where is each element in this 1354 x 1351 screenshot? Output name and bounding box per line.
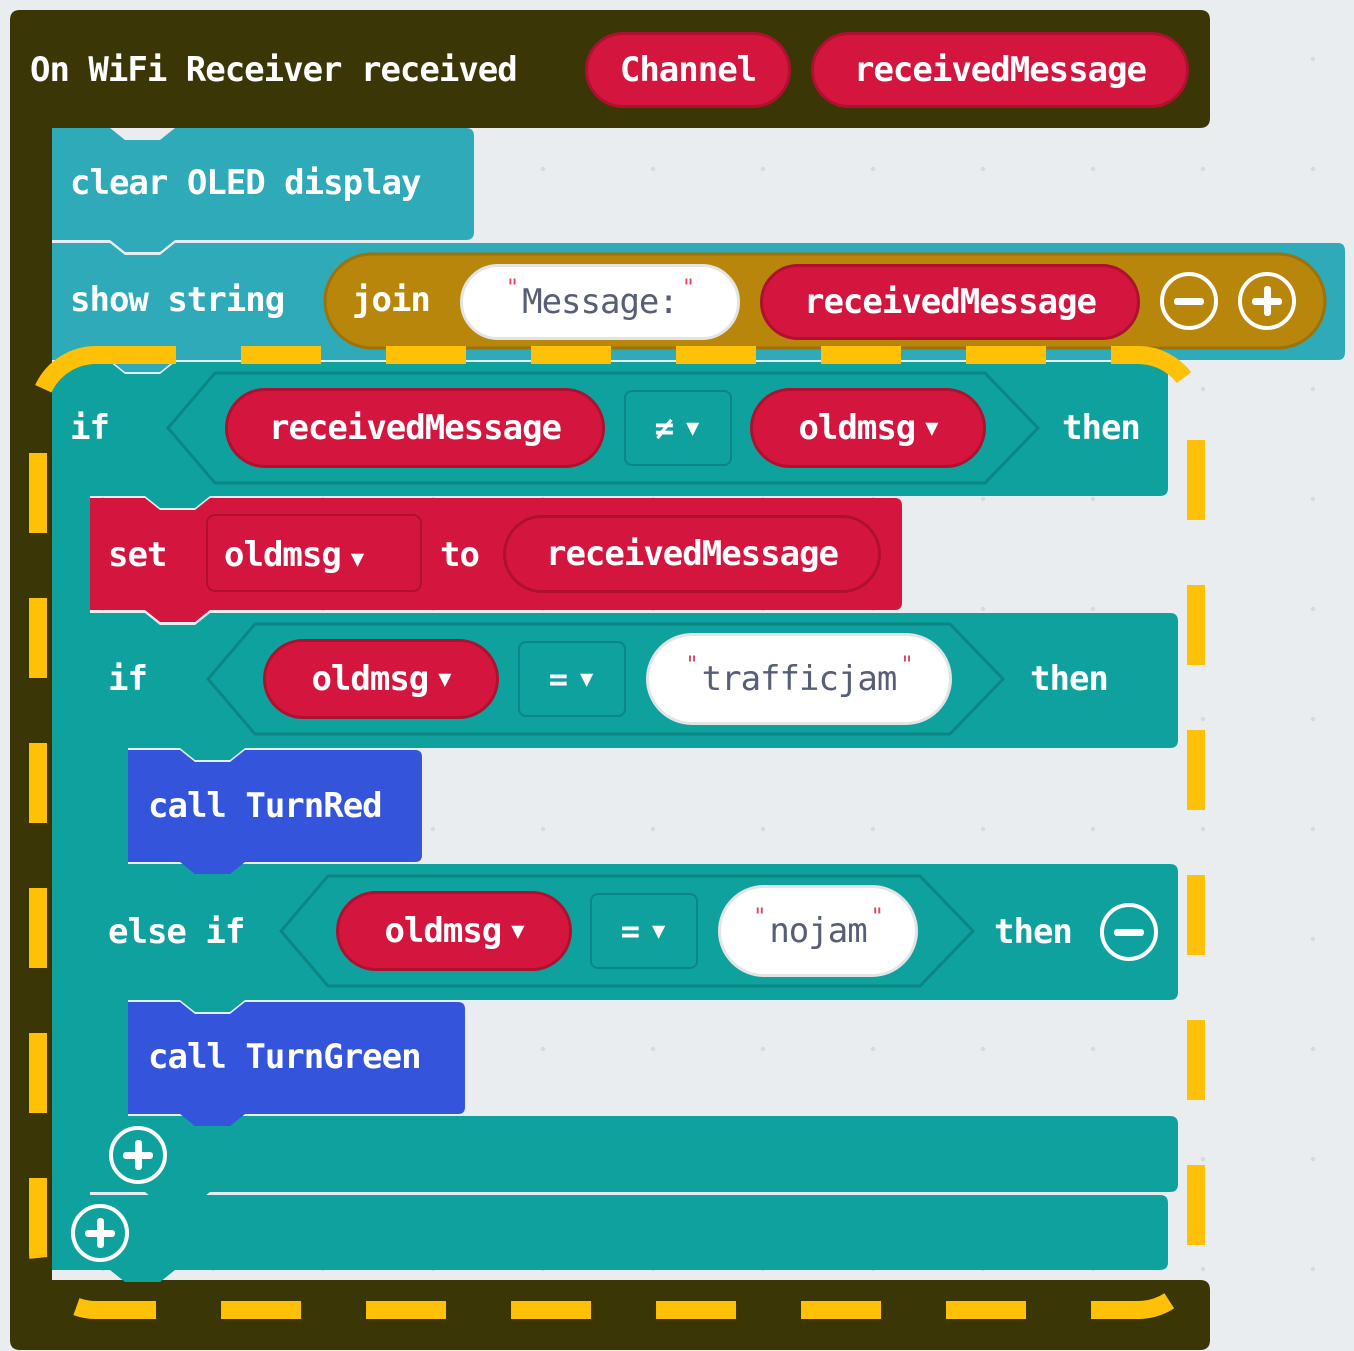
call-turngreen-label: call TurnGreen (148, 1037, 422, 1077)
outer-if-then-label: then (1062, 408, 1141, 448)
outer-if-operator-dropdown[interactable]: ≠ ▼ (624, 390, 732, 466)
join-remove-icon[interactable] (1160, 272, 1218, 330)
message-text-input[interactable]: " Message: " (460, 264, 740, 340)
nojam-text-value: nojam (769, 911, 867, 951)
else-if-left-var-dropdown[interactable]: oldmsg ▼ (336, 891, 572, 971)
chevron-down-icon: ▼ (652, 918, 668, 944)
join-var-received-message[interactable]: receivedMessage (760, 264, 1140, 340)
set-value-var[interactable]: receivedMessage (503, 515, 881, 593)
join-add-icon[interactable] (1238, 272, 1296, 330)
event-block-label: On WiFi Receiver received (30, 50, 518, 90)
outer-if-add-branch-icon[interactable] (71, 1204, 129, 1262)
nojam-text-input[interactable]: " nojam " (718, 885, 918, 977)
chevron-down-icon: ▼ (686, 415, 702, 441)
chevron-down-icon: ▼ (438, 666, 451, 692)
param-channel[interactable]: Channel (585, 32, 791, 108)
inner-if-label: if (108, 659, 148, 699)
outer-if-left-var[interactable]: receivedMessage (225, 388, 605, 468)
else-if-operator-dropdown[interactable]: = ▼ (590, 893, 698, 969)
show-string-label: show string (70, 280, 285, 320)
outer-if-label: if (70, 408, 110, 448)
clear-oled-label: clear OLED display (70, 163, 421, 203)
message-text-value: Message: (522, 282, 679, 322)
set-label: set (108, 535, 167, 575)
set-to-label: to (440, 535, 480, 575)
join-label: join (352, 280, 431, 320)
outer-if-right-var-dropdown[interactable]: oldmsg ▼ (750, 388, 986, 468)
else-if-label: else if (108, 912, 245, 952)
inner-if-left-var-dropdown[interactable]: oldmsg ▼ (263, 639, 499, 719)
call-turnred-label: call TurnRed (148, 786, 383, 826)
else-if-then-label: then (994, 912, 1073, 952)
inner-if-add-branch-icon[interactable] (109, 1126, 167, 1184)
chevron-down-icon: ▼ (925, 415, 938, 441)
set-var-dropdown[interactable]: oldmsg ▼ (224, 535, 364, 580)
chevron-down-icon: ▼ (580, 666, 596, 692)
else-if-remove-icon[interactable] (1100, 903, 1158, 961)
trafficjam-text-input[interactable]: " trafficjam " (646, 633, 952, 725)
chevron-down-icon: ▼ (511, 918, 524, 944)
trafficjam-text-value: trafficjam (701, 659, 898, 699)
inner-if-operator-dropdown[interactable]: = ▼ (518, 641, 626, 717)
param-received-message[interactable]: receivedMessage (811, 32, 1189, 108)
inner-if-then-label: then (1030, 659, 1109, 699)
chevron-down-icon: ▼ (350, 547, 364, 572)
